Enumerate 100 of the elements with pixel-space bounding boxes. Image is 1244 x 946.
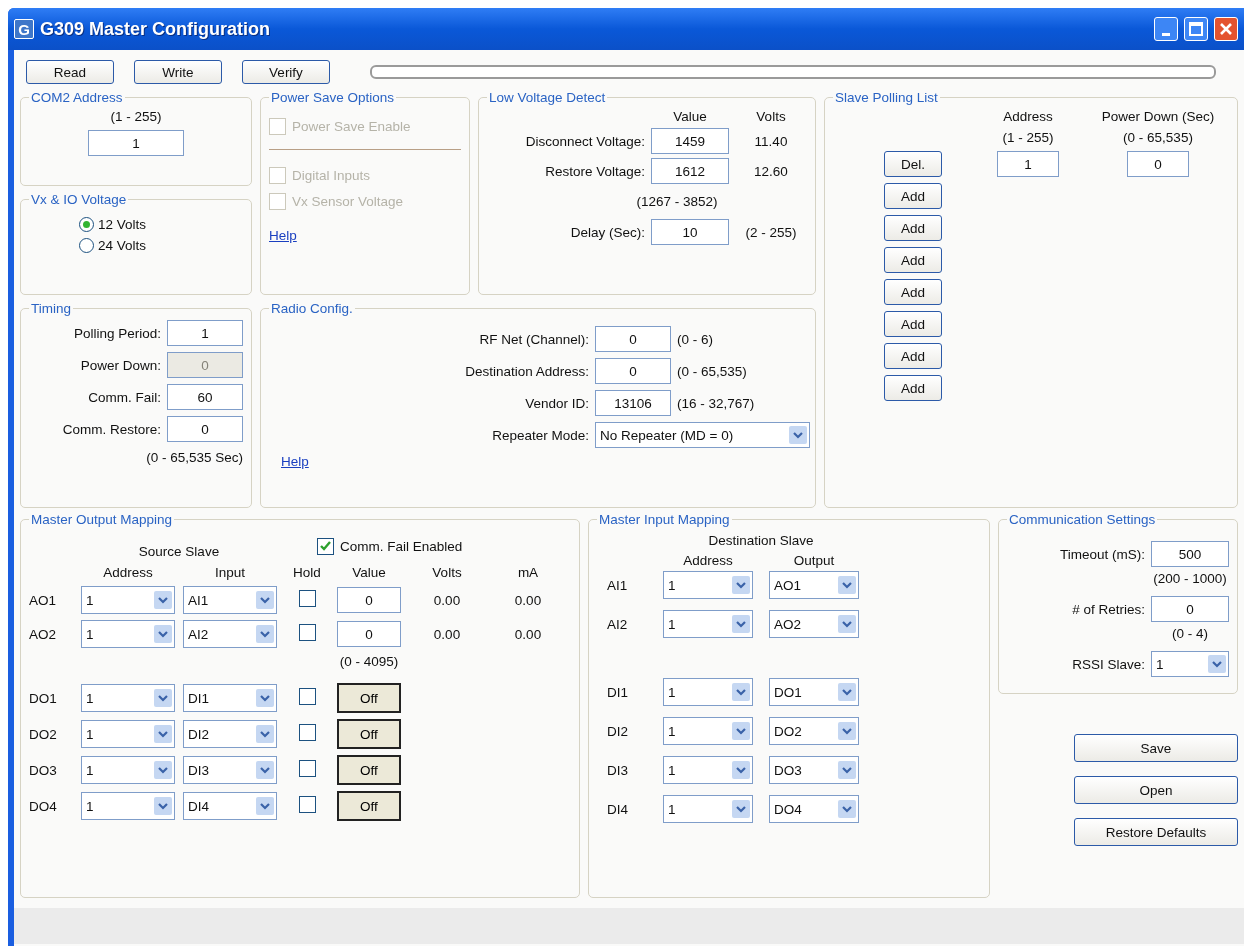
column-header: Value [672,109,708,124]
field-label: Vendor ID: [524,395,589,411]
value-field[interactable]: 0 [337,587,401,613]
address-dropdown[interactable]: 1 [81,756,175,784]
address-dropdown[interactable]: 1 [81,620,175,648]
field-label: Power Down: [79,357,161,373]
power-down-field[interactable]: 0 [1127,151,1189,177]
add-button[interactable]: Add [884,183,942,209]
toggle-button[interactable]: Off [337,791,401,821]
output-dropdown[interactable]: AO2 [769,610,859,638]
input-dropdown[interactable]: DI4 [183,792,277,820]
range-label: (1267 - 3852) [635,194,719,209]
delete-button[interactable]: Del. [884,151,942,177]
panel-title: Radio Config. [270,301,354,316]
panel-title: Communication Settings [1008,512,1157,527]
output-dropdown[interactable]: DO3 [769,756,859,784]
panel-title: COM2 Address [30,90,124,105]
checkbox[interactable] [298,724,316,741]
panel-title: Master Output Mapping [30,512,174,527]
address-dropdown[interactable]: 1 [663,571,753,599]
radio-field[interactable]: 0 [595,358,671,384]
range-label: (2 - 255) [744,224,798,240]
value-field[interactable]: 1459 [651,128,729,154]
output-dropdown[interactable]: DO4 [769,795,859,823]
help-link[interactable]: Help [269,228,297,243]
address-dropdown[interactable]: 1 [81,720,175,748]
timing-field[interactable]: 60 [167,384,243,410]
input-dropdown[interactable]: DI1 [183,684,277,712]
chevron-down-icon [154,689,172,707]
action-button[interactable]: Save [1074,734,1238,762]
checkbox[interactable] [298,760,316,777]
add-button[interactable]: Add [884,311,942,337]
value-field[interactable]: 1612 [651,158,729,184]
checkbox[interactable] [298,590,316,607]
chevron-down-icon [732,761,750,779]
output-dropdown[interactable]: AO1 [769,571,859,599]
toolbar-button[interactable]: Read [26,60,114,84]
address-dropdown[interactable]: 1 [81,684,175,712]
add-button[interactable]: Add [884,375,942,401]
radio-field[interactable]: 0 [595,326,671,352]
column-header: Volts [755,109,787,124]
checkbox[interactable] [317,537,334,555]
timing-field[interactable]: 1 [167,320,243,346]
checkbox-label: Comm. Fail Enabled [340,538,463,554]
add-button[interactable]: Add [884,247,942,273]
delay-field[interactable]: 10 [651,219,729,245]
chevron-down-icon [256,797,274,815]
radio-button[interactable] [79,238,94,253]
chevron-down-icon [732,615,750,633]
chevron-down-icon [256,689,274,707]
add-button[interactable]: Add [884,343,942,369]
output-dropdown[interactable]: DO1 [769,678,859,706]
input-dropdown[interactable]: AI1 [183,586,277,614]
input-dropdown[interactable]: AI2 [183,620,277,648]
setting-field[interactable]: 500 [1151,541,1229,567]
radio-field[interactable]: 13106 [595,390,671,416]
row-label: DI4 [607,801,629,817]
minimize-button[interactable] [1154,17,1178,41]
rssi-slave-dropdown[interactable]: 1 [1151,651,1229,677]
toggle-button[interactable]: Off [337,719,401,749]
action-button[interactable]: Open [1074,776,1238,804]
repeater-mode-dropdown[interactable]: No Repeater (MD = 0) [595,422,810,448]
address-dropdown[interactable]: 1 [663,678,753,706]
checkbox[interactable] [298,796,316,813]
chevron-down-icon [256,591,274,609]
chevron-down-icon [256,761,274,779]
address-field[interactable]: 1 [88,130,184,156]
volts-reading: 12.60 [753,163,789,179]
address-dropdown[interactable]: 1 [81,792,175,820]
value-field[interactable]: 0 [337,621,401,647]
input-dropdown[interactable]: DI2 [183,720,277,748]
address-field[interactable]: 1 [997,151,1059,177]
radio-button[interactable] [79,217,94,232]
close-button[interactable] [1214,17,1238,41]
field-label: Timeout (mS): [1059,546,1145,562]
action-button[interactable]: Restore Defaults [1074,818,1238,846]
toolbar-button[interactable]: Verify [242,60,330,84]
address-dropdown[interactable]: 1 [81,586,175,614]
chevron-down-icon [838,800,856,818]
address-dropdown[interactable]: 1 [663,717,753,745]
volts-reading: 11.40 [753,133,789,149]
address-dropdown[interactable]: 1 [663,795,753,823]
add-button[interactable]: Add [884,279,942,305]
toggle-button[interactable]: Off [337,683,401,713]
address-dropdown[interactable]: 1 [663,756,753,784]
toolbar-button[interactable]: Write [134,60,222,84]
input-dropdown[interactable]: DI3 [183,756,277,784]
address-dropdown[interactable]: 1 [663,610,753,638]
add-button[interactable]: Add [884,215,942,241]
maximize-button[interactable] [1184,17,1208,41]
setting-field[interactable]: 0 [1151,596,1229,622]
timing-field[interactable]: 0 [167,416,243,442]
help-link[interactable]: Help [281,454,309,469]
toggle-button[interactable]: Off [337,755,401,785]
checkbox[interactable] [298,688,316,705]
checkbox[interactable] [298,624,316,641]
output-dropdown[interactable]: DO2 [769,717,859,745]
field-label: Destination Address: [464,363,589,379]
column-header: Output [792,553,836,568]
range-label: (0 - 6) [677,331,714,347]
